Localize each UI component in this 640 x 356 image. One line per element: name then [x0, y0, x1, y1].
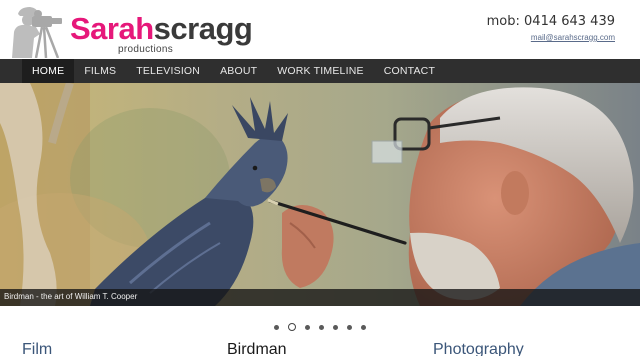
slider-dot[interactable]: [361, 325, 366, 330]
site-header: Sarahscragg productions mob: 0414 643 43…: [0, 0, 640, 59]
nav-list: HOME FILMS TELEVISION ABOUT WORK TIMELIN…: [22, 59, 640, 83]
nav-item-television[interactable]: TELEVISION: [126, 59, 210, 83]
phone-number: mob: 0414 643 439: [486, 14, 615, 29]
slider-dot[interactable]: [319, 325, 324, 330]
logo-tagline: productions: [118, 44, 173, 55]
section-heading-birdman[interactable]: Birdman: [227, 341, 287, 356]
logo-name-part2: scragg: [153, 11, 253, 46]
contact-block: mob: 0414 643 439 mail@sarahscragg.com: [487, 14, 615, 42]
nav-item-work-timeline[interactable]: WORK TIMELINE: [267, 59, 373, 83]
section-heading-film[interactable]: Film: [22, 341, 52, 356]
slider-pagination: [0, 323, 640, 333]
cameraman-silhouette-icon: [12, 7, 62, 58]
slide-caption-bar: Birdman - the art of William T. Cooper: [0, 289, 640, 306]
section-heading-photography[interactable]: Photography: [433, 341, 524, 356]
slider-dot[interactable]: [347, 325, 352, 330]
nav-item-home[interactable]: HOME: [22, 59, 75, 83]
main-nav: HOME FILMS TELEVISION ABOUT WORK TIMELIN…: [0, 59, 640, 83]
logo-wordmark: Sarahscragg: [70, 11, 253, 46]
email-link[interactable]: mail@sarahscragg.com: [487, 33, 615, 42]
nav-item-about[interactable]: ABOUT: [210, 59, 267, 83]
slider-dot-active[interactable]: [288, 323, 296, 331]
slider-dot[interactable]: [305, 325, 310, 330]
slider-dot[interactable]: [333, 325, 338, 330]
site-logo[interactable]: Sarahscragg productions: [6, 4, 253, 58]
slider-dot[interactable]: [274, 325, 279, 330]
logo-name-part1: Sarah: [70, 11, 154, 46]
slide-caption: Birdman - the art of William T. Cooper: [4, 292, 138, 301]
nav-item-contact[interactable]: CONTACT: [374, 59, 445, 83]
nav-item-films[interactable]: FILMS: [74, 59, 126, 83]
hero-slide-image[interactable]: [0, 83, 640, 306]
